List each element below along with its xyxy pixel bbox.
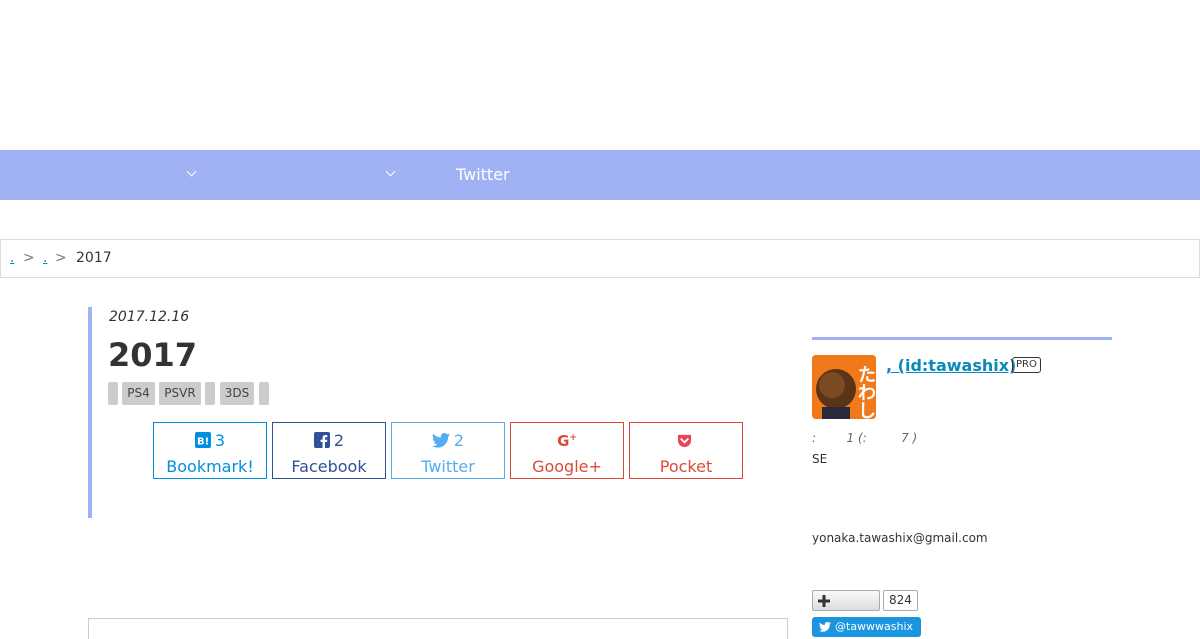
article-accent-bar bbox=[88, 307, 92, 518]
breadcrumb-separator: > bbox=[55, 250, 67, 266]
twitter-follow-button[interactable]: @tawwwashix bbox=[812, 617, 921, 637]
facebook-share-button[interactable]: 2 Facebook bbox=[272, 422, 386, 479]
pocket-share-button[interactable]: Pocket bbox=[629, 422, 743, 479]
pocket-icon bbox=[677, 433, 692, 452]
follower-count: 824 bbox=[883, 590, 918, 611]
twitter-handle: @tawwwashix bbox=[835, 620, 914, 633]
avatar[interactable]: た わ し bbox=[812, 355, 876, 419]
google-plus-share-button[interactable]: G+ Google+ bbox=[510, 422, 624, 479]
facebook-count: 2 bbox=[333, 431, 345, 450]
hatena-label: Bookmark! bbox=[166, 457, 254, 476]
breadcrumb-separator: > bbox=[23, 250, 35, 266]
plus-icon bbox=[818, 595, 830, 607]
tag[interactable] bbox=[108, 382, 118, 405]
twitter-count: 2 bbox=[453, 431, 465, 450]
breadcrumb-link-category[interactable]: . bbox=[43, 250, 47, 266]
profile-email: yonaka.tawashix@gmail.com bbox=[812, 531, 988, 545]
pocket-label: Pocket bbox=[659, 457, 713, 476]
article-date[interactable]: 2017.12.16 bbox=[109, 309, 189, 325]
breadcrumb-current: 2017 bbox=[76, 250, 112, 266]
sidebar-accent-line bbox=[812, 337, 1112, 340]
hatena-count: 3 bbox=[214, 431, 226, 450]
google-plus-icon: G+ bbox=[557, 432, 577, 450]
tag[interactable]: 3DS bbox=[220, 382, 254, 405]
tag[interactable]: PSVR bbox=[159, 382, 201, 405]
hatena-bookmark-icon: B! bbox=[194, 432, 211, 452]
profile-username-link[interactable]: , (id:tawashix) bbox=[886, 356, 1016, 375]
twitter-bird-icon bbox=[819, 622, 831, 632]
article-title[interactable]: 2017 bbox=[108, 336, 197, 374]
svg-text:し: し bbox=[858, 401, 876, 419]
twitter-share-button[interactable]: 2 Twitter bbox=[391, 422, 505, 479]
profile-meta: : 1 (: 7 ) bbox=[812, 431, 918, 445]
facebook-label: Facebook bbox=[291, 457, 367, 476]
google-plus-label: Google+ bbox=[532, 457, 602, 476]
breadcrumb: . > . > 2017 bbox=[0, 239, 1200, 278]
facebook-icon bbox=[313, 432, 330, 452]
twitter-bird-icon bbox=[431, 433, 450, 452]
twitter-label: Twitter bbox=[421, 457, 475, 476]
pro-badge: PRO bbox=[1012, 357, 1041, 373]
tag[interactable] bbox=[205, 382, 215, 405]
nav-item-twitter[interactable]: Twitter bbox=[456, 150, 510, 200]
global-nav: Twitter bbox=[0, 150, 1200, 200]
chevron-down-icon[interactable] bbox=[385, 166, 396, 177]
comment-box bbox=[88, 618, 788, 639]
svg-text:B!: B! bbox=[197, 437, 209, 448]
profile-bio: SE bbox=[812, 452, 828, 466]
follow-button[interactable] bbox=[812, 590, 880, 611]
tag[interactable] bbox=[259, 382, 269, 405]
breadcrumb-link-home[interactable]: . bbox=[10, 250, 14, 266]
tag[interactable]: PS4 bbox=[122, 382, 155, 405]
chevron-down-icon[interactable] bbox=[186, 166, 197, 177]
hatena-bookmark-button[interactable]: B! 3 Bookmark! bbox=[153, 422, 267, 479]
